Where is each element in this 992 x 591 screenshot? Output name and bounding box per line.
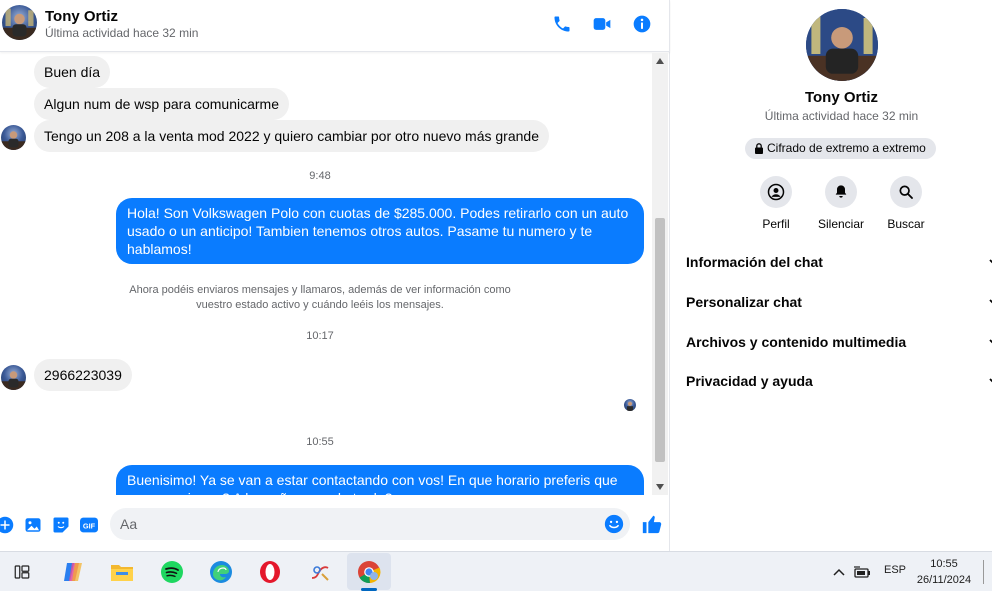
sticker-icon[interactable] [50,514,72,536]
profile-avatar[interactable] [806,9,878,81]
tray-chevron-up-icon[interactable] [828,558,850,586]
section-label: Archivos y contenido multimedia [686,334,907,350]
chat-column: Tony Ortiz Última actividad hace 32 min … [0,0,670,551]
encryption-label: Cifrado de extremo a extremo [767,141,926,155]
search-icon [890,176,922,208]
chat-header: Tony Ortiz Última actividad hace 32 min [0,0,670,52]
section-chat-info[interactable]: Información del chat [686,247,992,277]
thumbs-up-icon[interactable] [640,512,664,536]
profile-label: Perfil [762,217,790,231]
chrome-icon[interactable] [355,558,383,586]
profile-name: Tony Ortiz [804,89,879,106]
contact-status: Última actividad hace 32 min [45,26,199,40]
opera-icon[interactable] [256,558,284,586]
lock-icon [755,143,763,154]
message-list[interactable]: Buen día Algun num de wsp para comunicar… [0,53,652,495]
bell-icon [825,176,857,208]
input-language[interactable]: ESP [884,564,906,576]
clock-date: 26/11/2024 [916,574,972,586]
app-window: Tony Ortiz Última actividad hace 32 min … [0,0,992,591]
copilot-icon[interactable] [59,558,87,586]
chevron-down-icon [989,299,992,304]
section-customize-chat[interactable]: Personalizar chat [686,287,992,317]
plus-icon[interactable] [0,514,16,536]
edge-icon[interactable] [207,558,235,586]
gif-icon[interactable]: GIF [78,514,100,536]
file-explorer-icon[interactable] [108,558,136,586]
message-input-box[interactable] [110,508,630,540]
mute-label: Silenciar [817,217,865,231]
svg-text:GIF: GIF [83,521,96,530]
profile-icon [760,176,792,208]
sender-avatar[interactable] [1,365,26,390]
message-incoming[interactable]: Buen día [34,56,111,88]
scroll-thumb[interactable] [655,218,665,462]
encryption-badge[interactable]: Cifrado de extremo a extremo [745,138,936,159]
profile-status: Última actividad hace 32 min [764,109,919,123]
show-desktop-button[interactable] [983,560,992,584]
section-privacy-help[interactable]: Privacidad y ayuda [686,366,992,396]
section-label: Personalizar chat [686,294,802,310]
header-avatar[interactable] [2,5,37,40]
contact-name[interactable]: Tony Ortiz [45,8,118,25]
scroll-up-arrow[interactable] [652,53,668,69]
system-clock[interactable]: 10:55 26/11/2024 [913,556,975,588]
emoji-icon[interactable] [604,514,624,534]
paint-icon[interactable] [306,558,334,586]
photo-icon[interactable] [22,514,44,536]
section-label: Privacidad y ayuda [686,373,813,389]
video-call-icon[interactable] [590,12,614,36]
windows-taskbar: ESP 10:55 26/11/2024 [0,551,992,591]
info-icon[interactable] [630,12,654,36]
search-button[interactable]: Buscar [871,176,941,231]
read-receipt-avatar [624,399,636,411]
message-composer: GIF [0,503,670,547]
scroll-down-arrow[interactable] [652,479,668,495]
clock-time: 10:55 [930,558,958,570]
chevron-down-icon [989,339,992,344]
timestamp: 10:55 [306,436,334,448]
task-view-icon[interactable] [8,558,36,586]
message-incoming[interactable]: 2966223039 [34,359,132,391]
message-outgoing[interactable]: Buenisimo! Ya se van a estar contactando… [116,465,644,495]
phone-icon[interactable] [550,12,574,36]
mute-button[interactable]: Silenciar [806,176,876,231]
sender-avatar[interactable] [1,125,26,150]
section-media-files[interactable]: Archivos y contenido multimedia [686,327,992,357]
message-scrollbar[interactable] [652,53,668,495]
section-label: Información del chat [686,254,823,270]
message-outgoing[interactable]: Hola! Son Volkswagen Polo con cuotas de … [116,198,644,264]
spotify-icon[interactable] [158,558,186,586]
conversation-details-panel: Tony Ortiz Última actividad hace 32 min … [671,0,992,551]
message-incoming[interactable]: Algun num de wsp para comunicarme [34,88,290,120]
chevron-down-icon [989,378,992,383]
battery-network-icon[interactable] [852,558,874,586]
search-label: Buscar [887,217,925,231]
message-input[interactable] [120,508,600,540]
profile-button[interactable]: Perfil [741,176,811,231]
timestamp: 9:48 [309,170,331,182]
chevron-down-icon [989,259,992,264]
message-incoming[interactable]: Tengo un 208 a la venta mod 2022 y quier… [34,120,549,152]
timestamp: 10:17 [306,330,334,342]
system-notice: Ahora podéis enviaros mensajes y llamaro… [129,284,511,311]
